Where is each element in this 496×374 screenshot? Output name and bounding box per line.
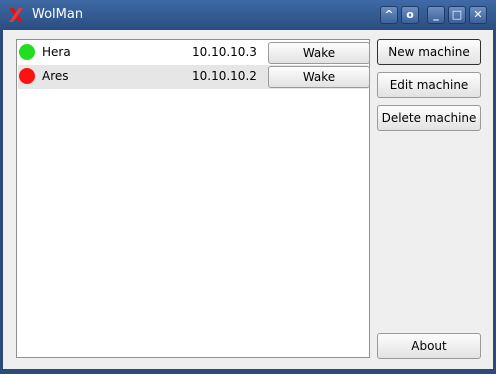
wake-button[interactable]: Wake [268, 66, 370, 88]
about-button[interactable]: About [377, 333, 481, 359]
machine-ip: 10.10.10.2 [192, 69, 257, 83]
help-icon[interactable]: ^ [380, 6, 398, 24]
wake-button[interactable]: Wake [268, 42, 370, 64]
status-offline-icon [19, 68, 35, 84]
machine-row[interactable]: Hera 10.10.10.3 Wake [18, 41, 370, 65]
machine-row[interactable]: Ares 10.10.10.2 Wake [18, 65, 370, 89]
window-title: WolMan [32, 7, 84, 22]
app-window: WolMan ^ o _ □ ✕ Hera 10.10.10.3 Wake Ar… [0, 0, 496, 374]
window-content: Hera 10.10.10.3 Wake Ares 10.10.10.2 Wak… [3, 30, 493, 369]
delete-machine-button[interactable]: Delete machine [377, 105, 481, 131]
machine-name: Ares [42, 69, 69, 83]
minimize-icon[interactable]: _ [427, 6, 445, 24]
machine-ip: 10.10.10.3 [192, 45, 257, 59]
app-x-icon [9, 8, 23, 22]
close-icon[interactable]: ✕ [469, 6, 487, 24]
maximize-icon[interactable]: □ [448, 6, 466, 24]
machine-name: Hera [42, 45, 71, 59]
edit-machine-button[interactable]: Edit machine [377, 72, 481, 98]
settings-icon[interactable]: o [401, 6, 419, 24]
machine-list[interactable]: Hera 10.10.10.3 Wake Ares 10.10.10.2 Wak… [16, 39, 370, 358]
new-machine-button[interactable]: New machine [377, 39, 481, 65]
title-bar[interactable]: WolMan ^ o _ □ ✕ [0, 0, 496, 30]
status-online-icon [19, 44, 35, 60]
